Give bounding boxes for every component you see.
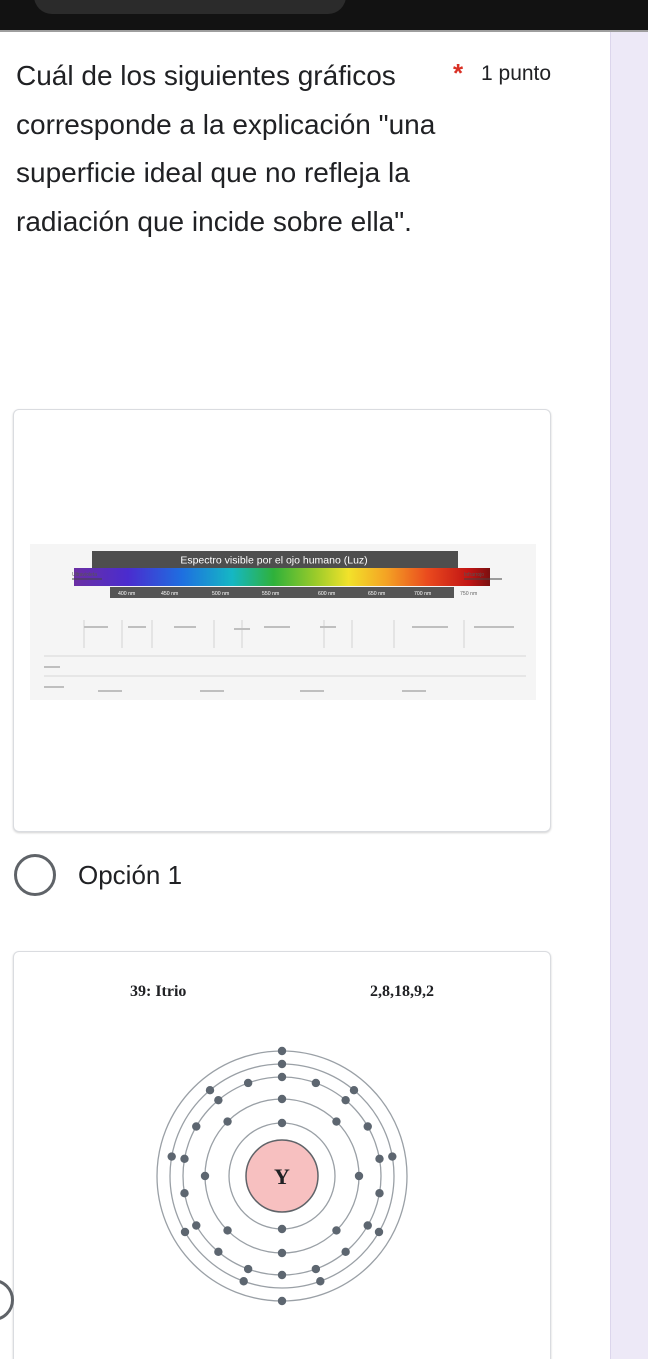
question-title: Cuál de los siguientes gráficos correspo…	[16, 60, 436, 237]
electron	[277, 1118, 287, 1128]
page-background-strip	[610, 32, 648, 1359]
visible-spectrum-band	[74, 568, 490, 586]
electron	[192, 1122, 201, 1131]
required-asterisk: *	[453, 58, 464, 88]
option-1[interactable]: Opción 1	[14, 854, 182, 896]
tick-label: 550 nm	[262, 591, 279, 597]
electron	[167, 1152, 176, 1161]
electron	[374, 1227, 384, 1237]
electron	[332, 1226, 341, 1235]
spectrum-title: Espectro visible por el ojo humano (Luz)	[180, 555, 367, 567]
electron	[243, 1078, 253, 1088]
option-1-radio[interactable]	[14, 854, 56, 896]
atom-symbol: Y	[274, 1164, 290, 1189]
tick-label: 650 nm	[368, 591, 385, 597]
electron	[375, 1188, 384, 1198]
electron	[349, 1086, 359, 1095]
electron	[243, 1264, 253, 1274]
ultraviolet-label: Ultravioleta	[72, 572, 97, 578]
electron	[277, 1094, 287, 1104]
electron	[180, 1154, 189, 1164]
electron	[192, 1221, 201, 1230]
tick-label: 750 nm	[460, 591, 477, 597]
bohr-model-diagram: 39: Itrio 2,8,18,9,2 Y	[130, 983, 434, 1306]
option-1-label: Opción 1	[78, 859, 183, 890]
address-bar[interactable]	[34, 0, 346, 14]
electron	[277, 1270, 287, 1280]
electron	[239, 1277, 248, 1286]
electron	[214, 1247, 223, 1257]
tick-label: 600 nm	[318, 591, 335, 597]
electron	[311, 1078, 321, 1088]
electron	[341, 1247, 350, 1257]
electron	[316, 1277, 325, 1286]
atom-configuration: 2,8,18,9,2	[370, 983, 434, 1000]
electron	[180, 1188, 189, 1198]
electron	[354, 1171, 364, 1181]
tick-label: 700 nm	[414, 591, 431, 597]
electron	[277, 1224, 287, 1234]
tick-label: 400 nm	[118, 591, 135, 597]
electron	[363, 1221, 372, 1230]
electron	[388, 1152, 397, 1161]
electron	[277, 1296, 287, 1306]
tick-label: 450 nm	[161, 591, 178, 597]
electron	[200, 1171, 210, 1181]
question-points: 1 punto	[481, 62, 552, 85]
electron	[277, 1046, 287, 1056]
electron	[341, 1095, 350, 1105]
browser-top-bar	[0, 0, 648, 30]
electron	[205, 1086, 215, 1095]
electron	[277, 1072, 287, 1082]
option-2-radio[interactable]	[0, 1279, 14, 1321]
electron	[375, 1154, 384, 1164]
electron	[311, 1264, 321, 1274]
electron	[214, 1095, 223, 1105]
electron	[277, 1248, 287, 1258]
spectrum-diagram: Espectro visible por el ojo humano (Luz)…	[30, 544, 536, 700]
electron	[277, 1059, 287, 1069]
option-2-image-card: 39: Itrio 2,8,18,9,2 Y	[13, 951, 551, 1359]
electron	[332, 1117, 341, 1126]
electron	[223, 1226, 232, 1235]
atom-title: 39: Itrio	[130, 983, 186, 1000]
tick-label: 500 nm	[212, 591, 229, 597]
electron	[363, 1122, 372, 1131]
top-divider	[0, 30, 648, 32]
electron	[223, 1117, 232, 1126]
infrared-label: Infrarrojo	[464, 572, 484, 578]
option-1-image-card: Espectro visible por el ojo humano (Luz)…	[13, 409, 551, 832]
electron	[180, 1227, 190, 1237]
